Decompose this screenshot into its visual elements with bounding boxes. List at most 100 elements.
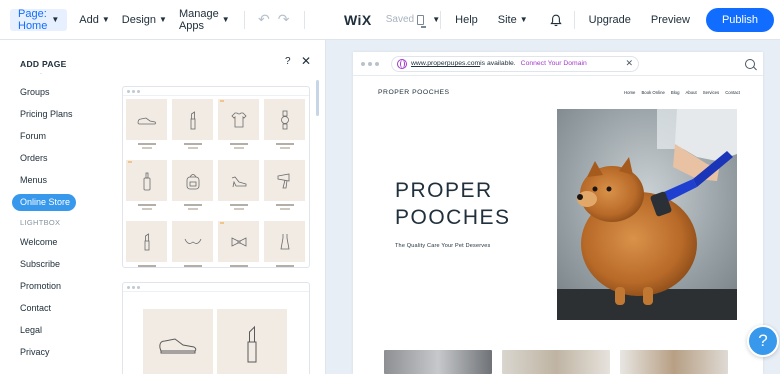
category-welcome[interactable]: Welcome: [12, 231, 112, 253]
menu-manage-apps-label: Manage Apps: [178, 7, 219, 32]
dog-grooming-photo: [557, 109, 737, 320]
template-previews: [122, 86, 312, 374]
bra-icon: [172, 221, 213, 262]
hero-dog-image[interactable]: [557, 109, 737, 320]
shoe-icon: [143, 309, 213, 374]
lipstick-icon: [172, 99, 213, 140]
category-orders[interactable]: Orders: [12, 147, 112, 169]
domain-banner: www.properpupes.com is available. Connec…: [391, 55, 639, 72]
category-privacy[interactable]: Privacy: [12, 341, 112, 363]
site-nav-home[interactable]: Home: [624, 90, 635, 95]
menu-add[interactable]: Add ▼: [79, 14, 110, 26]
site-menu[interactable]: Site ▼: [488, 14, 538, 26]
top-bar: Page: Home ▼ Add ▼ Design ▼ Manage Apps …: [0, 0, 780, 40]
sale-tag: [128, 161, 132, 163]
close-icon[interactable]: ✕: [301, 54, 311, 68]
product-tile: [126, 221, 167, 267]
chevron-down-icon: ▼: [101, 15, 110, 24]
product-grid: [123, 96, 309, 267]
page-category-list: ˙ Groups Pricing Plans Forum Orders Menu…: [12, 73, 112, 363]
preview-button[interactable]: Preview: [641, 14, 700, 26]
gallery-thumb[interactable]: [384, 350, 492, 374]
category-forum[interactable]: Forum: [12, 125, 112, 147]
toolbar-divider: [573, 10, 575, 29]
heel-icon: [218, 160, 259, 201]
help-bubble[interactable]: ?: [747, 325, 779, 357]
template-card-shop-grid[interactable]: [122, 86, 310, 268]
bell-icon[interactable]: [549, 14, 562, 26]
publish-label: Publish: [721, 13, 759, 26]
category-menus[interactable]: Menus: [12, 169, 112, 191]
bowtie-icon: [218, 221, 259, 262]
browser-dots: [123, 87, 309, 96]
product-row: [123, 292, 309, 374]
desktop-icon[interactable]: [417, 14, 427, 28]
publish-button[interactable]: Publish: [706, 7, 774, 32]
gallery-thumb[interactable]: [620, 350, 728, 374]
watch-icon: [264, 99, 305, 140]
gallery-strip: [384, 350, 728, 374]
chevron-down-icon: ▼: [519, 15, 528, 24]
menu-manage-apps[interactable]: Manage Apps ▼: [179, 8, 230, 32]
browser-bar: www.properpupes.com is available. Connec…: [353, 52, 763, 76]
site-menu-label: Site: [497, 13, 517, 26]
site-nav-services[interactable]: Services: [703, 90, 719, 95]
site-nav-about[interactable]: About: [685, 90, 696, 95]
lipstick-icon: [217, 309, 287, 374]
help-menu[interactable]: Help: [445, 14, 488, 26]
category-groups[interactable]: Groups: [12, 81, 112, 103]
product-tile: [172, 99, 213, 156]
category-legal[interactable]: Legal: [12, 319, 112, 341]
hero-title-line1: PROPER: [395, 179, 493, 202]
category-online-store[interactable]: Online Store: [12, 193, 76, 211]
help-icon[interactable]: ?: [285, 56, 291, 67]
hero-subtitle[interactable]: The Quality Care Your Pet Deserves: [395, 243, 490, 249]
menu-design-label: Design: [121, 13, 157, 26]
page-selector[interactable]: Page: Home ▼: [10, 8, 68, 32]
close-icon[interactable]: ✕: [625, 58, 633, 69]
template-card-product[interactable]: [122, 282, 310, 374]
browser-dots: [353, 61, 379, 66]
product-tile: [218, 221, 259, 267]
product-tile: [172, 160, 213, 217]
dress-icon: [264, 221, 305, 262]
add-page-panel: ADD PAGE ? ✕ ˙ Groups Pricing Plans Foru…: [0, 40, 326, 374]
help-menu-label: Help: [455, 13, 478, 26]
redo-icon[interactable]: ↷: [278, 11, 290, 28]
globe-icon: [397, 58, 407, 69]
bell-icon-svg: [549, 14, 562, 26]
preview-label: Preview: [650, 13, 690, 26]
upgrade-button[interactable]: Upgrade: [579, 14, 641, 26]
connect-domain-link[interactable]: Connect Your Domain: [521, 60, 587, 67]
category-promotion[interactable]: Promotion: [12, 275, 112, 297]
zoom-icon[interactable]: [745, 58, 755, 69]
bottle-icon: [126, 160, 167, 201]
product-tile: [218, 160, 259, 217]
category-contact[interactable]: Contact: [12, 297, 112, 319]
product-tile: [126, 99, 167, 156]
category-subscribe[interactable]: Subscribe: [12, 253, 112, 275]
menu-add-label: Add: [79, 13, 99, 26]
site-nav-blog[interactable]: Blog: [671, 90, 680, 95]
shirt-icon: [218, 99, 259, 140]
undo-icon[interactable]: ↶: [258, 11, 270, 28]
gallery-thumb[interactable]: [502, 350, 610, 374]
upgrade-label: Upgrade: [588, 13, 631, 26]
hairdryer-icon: [264, 160, 305, 201]
product-tile: [264, 99, 305, 156]
site-logo[interactable]: PROPER POOCHES: [378, 89, 450, 96]
site-preview: www.properpupes.com is available. Connec…: [353, 52, 763, 374]
browser-dots: [123, 283, 309, 292]
panel-scrollbar[interactable]: [316, 80, 319, 116]
product-tile: [264, 221, 305, 267]
sale-tag: [220, 222, 224, 224]
hero-title[interactable]: PROPER POOCHES: [395, 177, 511, 231]
chevron-down-icon[interactable]: ▼: [432, 15, 440, 24]
product-tile: [172, 221, 213, 267]
site-nav-contact[interactable]: Contact: [725, 90, 740, 95]
category-pricing-plans[interactable]: Pricing Plans: [12, 103, 112, 125]
chevron-down-icon: ▼: [51, 15, 60, 24]
site-nav-book-online[interactable]: Book Online: [641, 90, 664, 95]
lipstick-icon: [126, 221, 167, 262]
menu-design[interactable]: Design ▼: [122, 14, 167, 26]
